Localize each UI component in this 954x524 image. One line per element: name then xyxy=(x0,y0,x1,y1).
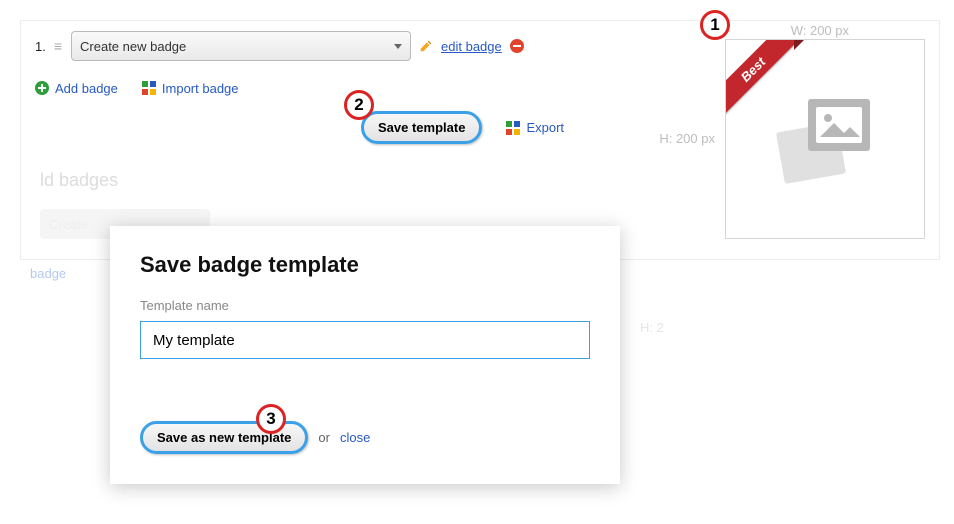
add-badge-button[interactable]: Add badge xyxy=(35,81,118,96)
export-button[interactable]: Export xyxy=(506,120,564,135)
add-badge-label: Add badge xyxy=(55,81,118,96)
import-icon xyxy=(142,81,156,95)
badge-preview: Best xyxy=(725,39,925,239)
image-placeholder-icon xyxy=(780,99,870,179)
export-icon xyxy=(506,121,520,135)
or-text: or xyxy=(318,430,330,445)
export-label: Export xyxy=(526,120,564,135)
drag-handle-icon[interactable]: ≡ xyxy=(54,41,63,51)
callout-2: 2 xyxy=(344,90,374,120)
chevron-down-icon xyxy=(394,44,402,49)
save-template-modal: Save badge template Template name Save a… xyxy=(110,226,620,484)
template-name-input[interactable] xyxy=(140,321,590,359)
template-name-label: Template name xyxy=(140,298,590,313)
width-dimension-label: W: 200 px xyxy=(791,23,849,38)
row-index: 1. xyxy=(35,39,46,54)
faded-badge-link: badge xyxy=(30,266,66,281)
plus-icon xyxy=(35,81,49,95)
close-modal-link[interactable]: close xyxy=(340,430,370,445)
faded-dropdown-label: Create xyxy=(49,217,88,232)
import-badge-button[interactable]: Import badge xyxy=(142,81,239,96)
height-dimension-label: H: 200 px xyxy=(659,131,715,146)
center-actions: Save template Export xyxy=(361,111,564,144)
import-badge-label: Import badge xyxy=(162,81,239,96)
dropdown-label: Create new badge xyxy=(80,39,186,54)
badge-select-dropdown[interactable]: Create new badge xyxy=(71,31,411,61)
callout-3: 3 xyxy=(256,404,286,434)
modal-title: Save badge template xyxy=(140,252,590,278)
save-template-button[interactable]: Save template xyxy=(361,111,482,144)
faded-height-label: H: 2 xyxy=(640,320,664,335)
edit-badge-link[interactable]: edit badge xyxy=(441,39,502,54)
faded-header: ld badges xyxy=(40,170,630,191)
callout-1: 1 xyxy=(700,10,730,40)
remove-badge-button[interactable] xyxy=(510,39,524,53)
pencil-icon xyxy=(419,39,433,53)
